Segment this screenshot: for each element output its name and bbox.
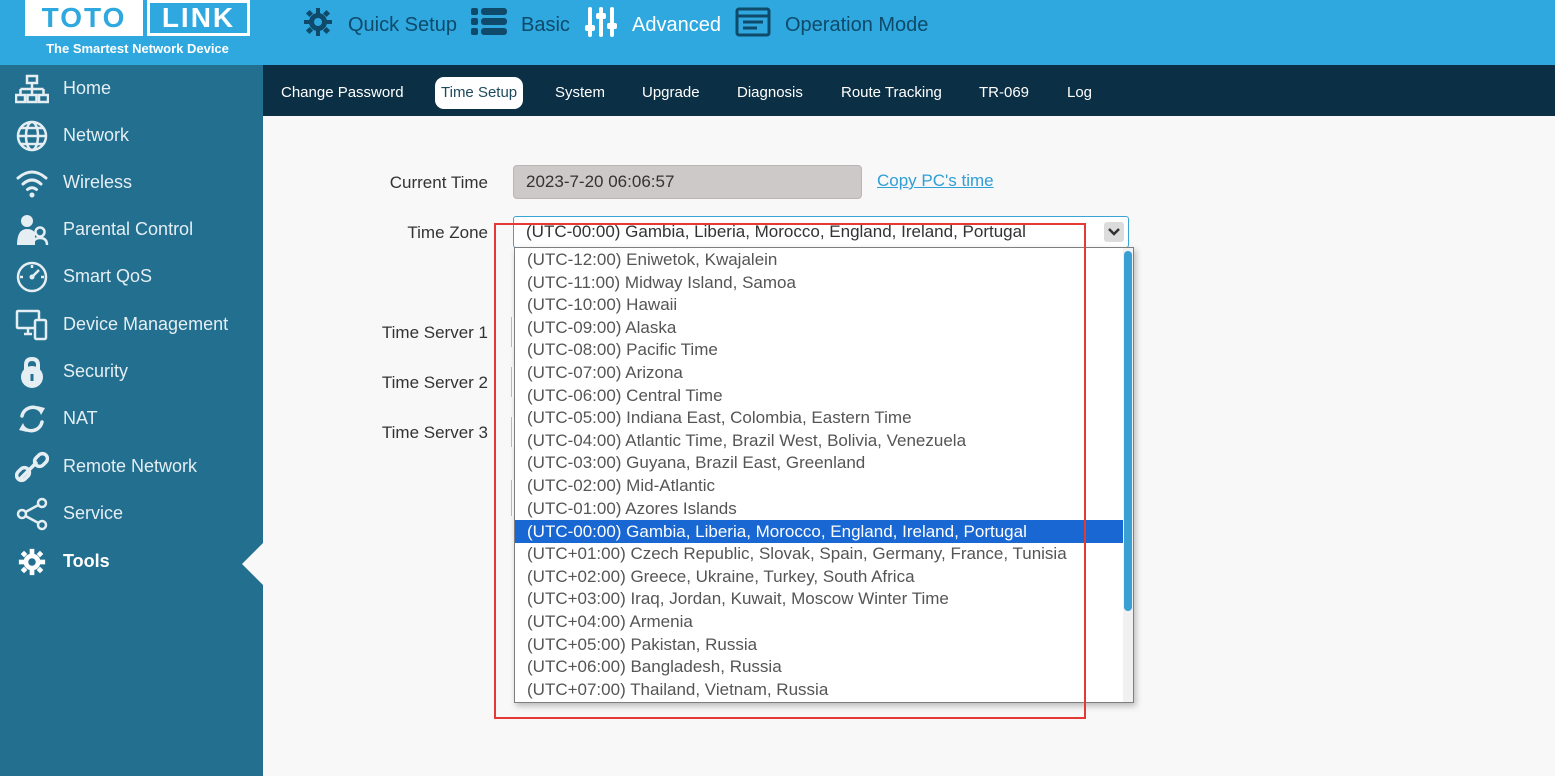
- totolink-logo[interactable]: TOTO LINK The Smartest Network Device: [25, 0, 250, 62]
- time-zone-option[interactable]: (UTC-11:00) Midway Island, Samoa: [515, 271, 1124, 294]
- link-icon: [15, 450, 49, 484]
- parent-child-icon: [15, 213, 49, 247]
- time-zone-option[interactable]: (UTC-08:00) Pacific Time: [515, 338, 1124, 361]
- time-zone-option[interactable]: (UTC-01:00) Azores Islands: [515, 497, 1124, 520]
- tab-upgrade[interactable]: Upgrade: [642, 77, 700, 109]
- time-zone-dropdown-list[interactable]: (UTC-12:00) Eniwetok, Kwajalein (UTC-11:…: [514, 247, 1134, 703]
- topnav-quick-setup[interactable]: Quick Setup: [302, 0, 457, 50]
- window-icon: [735, 7, 771, 43]
- time-server-3-label: Time Server 3: [381, 423, 488, 442]
- sidebar-item-smart-qos[interactable]: Smart QoS: [0, 253, 263, 300]
- time-zone-option[interactable]: (UTC+05:00) Pakistan, Russia: [515, 633, 1124, 656]
- time-server-2-label: Time Server 2: [381, 373, 488, 392]
- sidebar-item-label: Remote Network: [63, 456, 198, 476]
- sidebar-item-nat[interactable]: NAT: [0, 395, 263, 442]
- sub-navigation: Change Password Time Setup System Upgrad…: [263, 65, 1555, 116]
- tab-change-password[interactable]: Change Password: [281, 77, 404, 109]
- time-zone-option[interactable]: (UTC+06:00) Bangladesh, Russia: [515, 655, 1124, 678]
- dropdown-scrollbar-track[interactable]: [1123, 248, 1133, 702]
- sidebar-item-label: Parental Control: [63, 219, 194, 239]
- current-time-label: Current Time: [389, 173, 488, 192]
- list-icon: [471, 7, 507, 43]
- time-zone-option[interactable]: (UTC-06:00) Central Time: [515, 384, 1124, 407]
- sidebar-item-label: Network: [63, 125, 130, 145]
- time-zone-option[interactable]: (UTC+04:00) Armenia: [515, 610, 1124, 633]
- topnav-label: Quick Setup: [348, 13, 457, 36]
- devices-icon: [15, 308, 49, 342]
- chevron-down-icon[interactable]: [1104, 222, 1124, 242]
- sidebar-item-wireless[interactable]: Wireless: [0, 159, 263, 206]
- tab-time-setup[interactable]: Time Setup: [435, 77, 524, 109]
- gear-icon: [15, 545, 49, 579]
- globe-icon: [15, 119, 49, 153]
- tab-diagnosis[interactable]: Diagnosis: [737, 77, 803, 109]
- time-zone-label: Time Zone: [407, 223, 488, 242]
- logo-brand-right: LINK: [147, 0, 250, 36]
- sidebar-item-label: Home: [63, 78, 112, 98]
- topnav-advanced[interactable]: Advanced: [584, 0, 721, 50]
- sidebar: Home Network Wireless Parental Control S…: [0, 65, 263, 776]
- time-zone-option[interactable]: (UTC+07:00) Thailand, Vietnam, Russia: [515, 678, 1124, 701]
- sidebar-item-label: Security: [63, 361, 129, 381]
- current-time-field: 2023-7-20 06:06:57: [513, 165, 862, 199]
- time-zone-option[interactable]: (UTC-09:00) Alaska: [515, 316, 1124, 339]
- time-zone-selected-value: (UTC-00:00) Gambia, Liberia, Morocco, En…: [526, 222, 1026, 241]
- time-zone-option[interactable]: (UTC+02:00) Greece, Ukraine, Turkey, Sou…: [515, 565, 1124, 588]
- topnav-basic[interactable]: Basic: [471, 0, 570, 50]
- time-zone-option[interactable]: (UTC-04:00) Atlantic Time, Brazil West, …: [515, 429, 1124, 452]
- gauge-icon: [15, 260, 49, 294]
- sliders-icon: [584, 5, 618, 45]
- time-zone-option[interactable]: (UTC-03:00) Guyana, Brazil East, Greenla…: [515, 451, 1124, 474]
- time-zone-option[interactable]: (UTC-10:00) Hawaii: [515, 293, 1124, 316]
- topnav-label: Operation Mode: [785, 13, 929, 36]
- time-zone-option[interactable]: (UTC+01:00) Czech Republic, Slovak, Spai…: [515, 542, 1124, 565]
- time-zone-option[interactable]: (UTC-07:00) Arizona: [515, 361, 1124, 384]
- tab-system[interactable]: System: [555, 77, 605, 109]
- sidebar-item-label: Wireless: [63, 172, 133, 192]
- share-icon: [15, 497, 49, 531]
- sidebar-item-home[interactable]: Home: [0, 65, 263, 112]
- time-zone-option[interactable]: (UTC-02:00) Mid-Atlantic: [515, 474, 1124, 497]
- top-header: TOTO LINK The Smartest Network Device Qu…: [0, 0, 1555, 65]
- time-zone-option[interactable]: (UTC+03:00) Iraq, Jordan, Kuwait, Moscow…: [515, 587, 1124, 610]
- gear-icon: [302, 6, 334, 44]
- time-zone-select[interactable]: (UTC-00:00) Gambia, Liberia, Morocco, En…: [513, 216, 1129, 248]
- sidebar-item-remote-network[interactable]: Remote Network: [0, 443, 263, 490]
- sidebar-item-security[interactable]: Security: [0, 348, 263, 395]
- sidebar-item-service[interactable]: Service: [0, 490, 263, 537]
- topnav-label: Advanced: [632, 13, 721, 36]
- sidebar-item-label: Device Management: [63, 314, 229, 334]
- topnav-operation-mode[interactable]: Operation Mode: [735, 0, 928, 50]
- topnav-label: Basic: [521, 13, 570, 36]
- time-server-1-label: Time Server 1: [381, 323, 488, 342]
- tab-tr-069[interactable]: TR-069: [979, 77, 1029, 109]
- sidebar-item-parental-control[interactable]: Parental Control: [0, 206, 263, 253]
- logo-brand-left: TOTO: [25, 0, 143, 36]
- wifi-icon: [15, 166, 49, 200]
- refresh-icon: [15, 402, 49, 436]
- tab-log[interactable]: Log: [1067, 77, 1092, 109]
- time-zone-option-selected[interactable]: (UTC-00:00) Gambia, Liberia, Morocco, En…: [515, 520, 1124, 543]
- copy-pc-time-link[interactable]: Copy PC's time: [877, 171, 994, 191]
- network-tree-icon: [15, 72, 49, 106]
- time-zone-option[interactable]: (UTC-05:00) Indiana East, Colombia, East…: [515, 406, 1124, 429]
- tab-route-tracking[interactable]: Route Tracking: [841, 77, 942, 109]
- sidebar-item-device-management[interactable]: Device Management: [0, 301, 263, 348]
- logo-tagline: The Smartest Network Device: [46, 41, 229, 56]
- sidebar-item-network[interactable]: Network: [0, 112, 263, 159]
- sidebar-active-pointer: [242, 543, 263, 585]
- dropdown-scrollbar-thumb[interactable]: [1124, 251, 1132, 611]
- lock-icon: [15, 355, 49, 389]
- sidebar-item-label: Smart QoS: [63, 266, 153, 286]
- sidebar-item-label: Tools: [63, 551, 110, 571]
- sidebar-item-label: Service: [63, 503, 124, 523]
- sidebar-item-tools[interactable]: Tools: [0, 538, 263, 585]
- time-zone-option[interactable]: (UTC-12:00) Eniwetok, Kwajalein: [515, 248, 1124, 271]
- sidebar-item-label: NAT: [63, 408, 98, 428]
